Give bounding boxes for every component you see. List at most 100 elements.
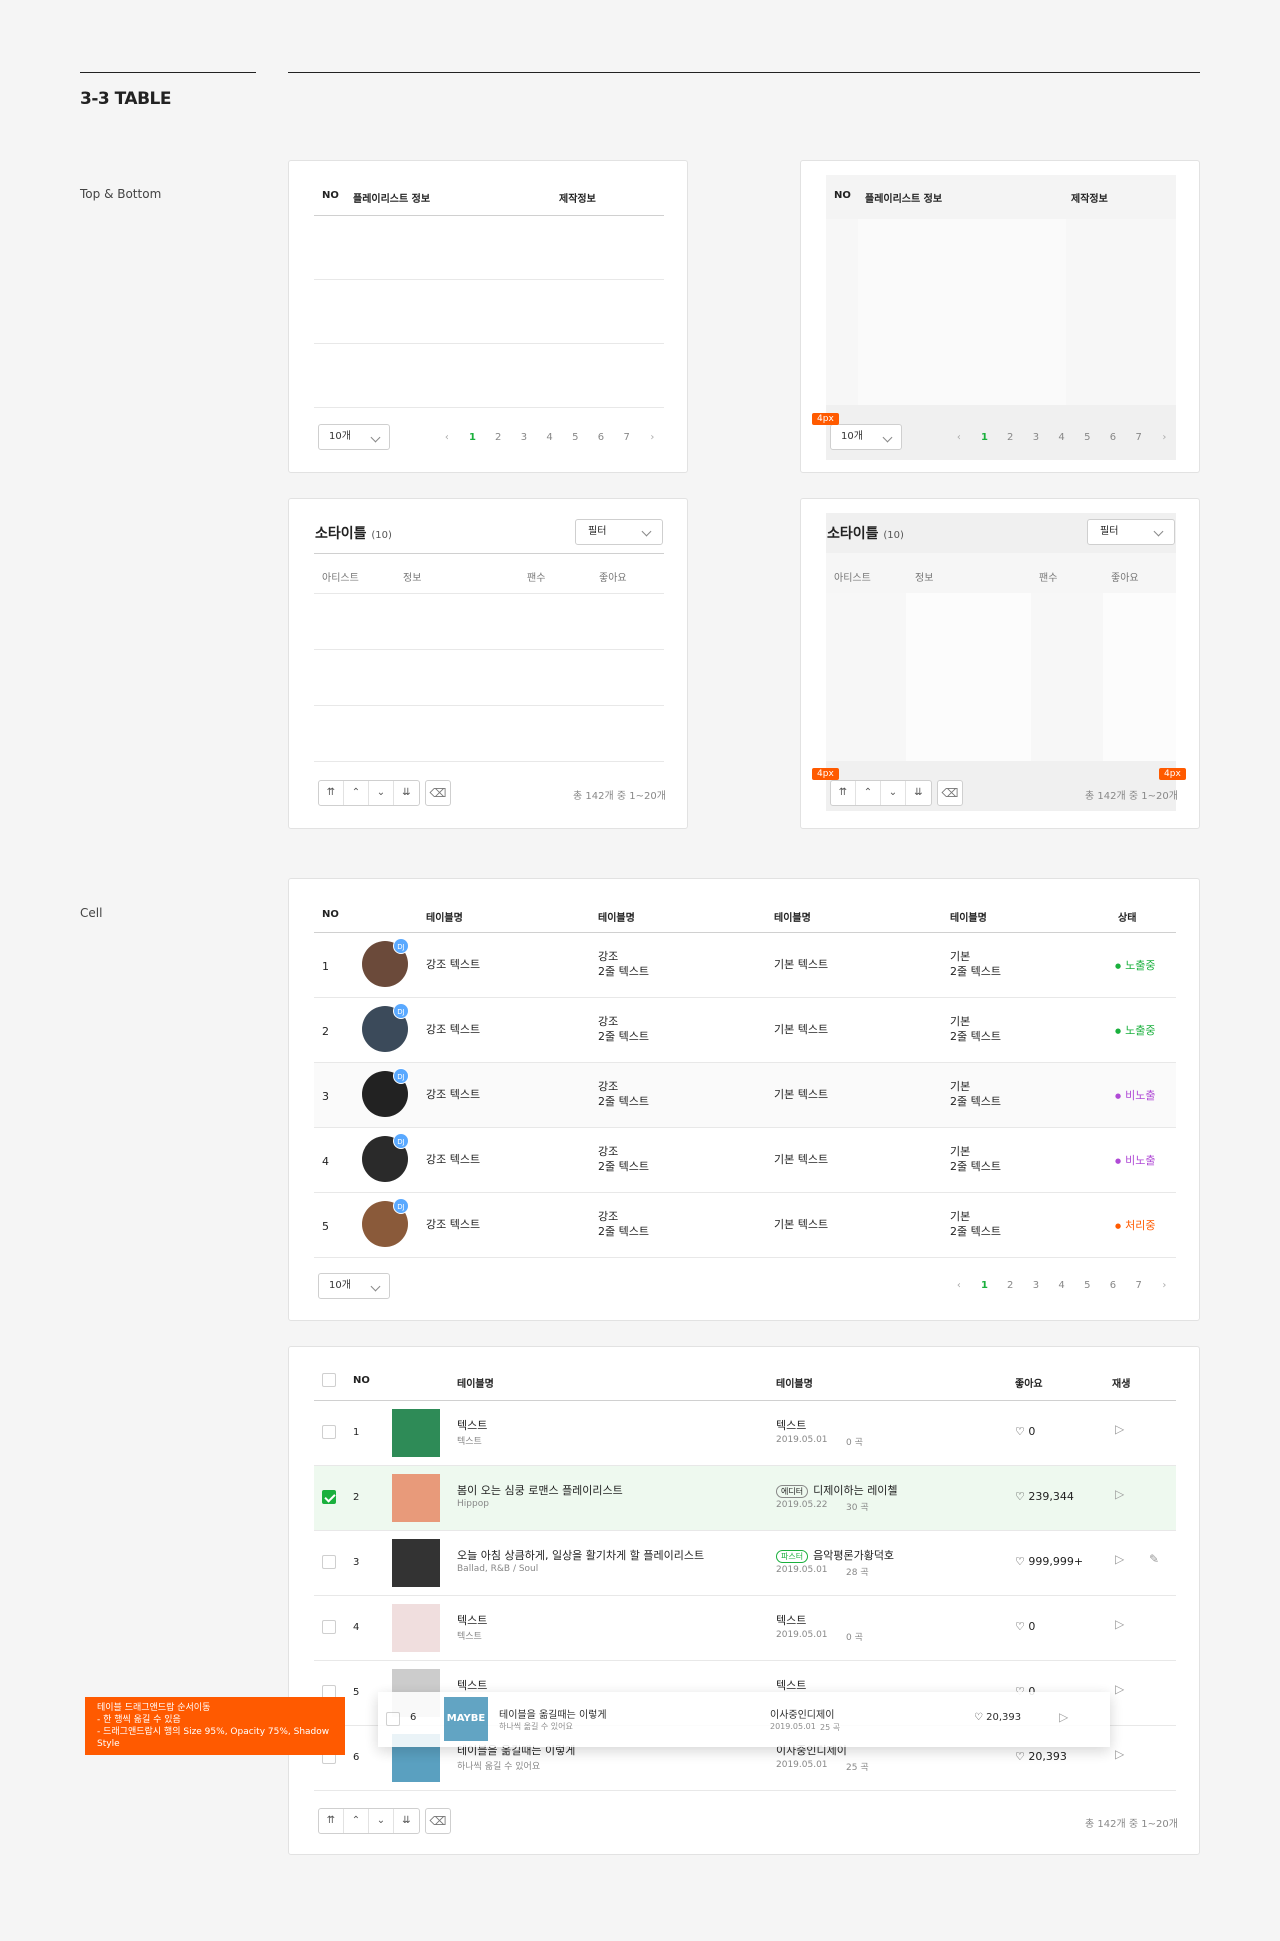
page-1[interactable]: 1 — [460, 431, 486, 445]
row-checkbox[interactable] — [322, 1555, 336, 1569]
page-6[interactable]: 6 — [1100, 431, 1126, 445]
playlist-thumbnail[interactable] — [392, 1409, 440, 1457]
row-likes: ♡ 999,999+ — [1015, 1555, 1084, 1568]
move-bottom-button[interactable]: ⇊ — [394, 1809, 419, 1833]
move-top-button[interactable]: ⇈ — [831, 781, 856, 805]
move-bottom-button[interactable]: ⇊ — [394, 781, 419, 805]
row-title[interactable]: 텍스트 — [457, 1677, 487, 1693]
row-checkbox[interactable] — [322, 1620, 336, 1634]
play-icon[interactable]: ▷ — [1115, 1617, 1124, 1631]
trash-icon[interactable]: ⌫ — [937, 780, 963, 806]
row-no: 3 — [353, 1557, 360, 1568]
pagination: ‹ 1 2 3 4 5 6 7 › — [434, 431, 665, 445]
next-page-button[interactable]: › — [1152, 431, 1178, 445]
row-maker[interactable]: 텍스트 — [776, 1417, 806, 1433]
next-page-button[interactable]: › — [1152, 1279, 1178, 1293]
page-4[interactable]: 4 — [1049, 1279, 1075, 1293]
play-icon[interactable]: ▷ — [1115, 1747, 1124, 1761]
playlist-thumbnail[interactable] — [392, 1474, 440, 1522]
trash-icon[interactable]: ⌫ — [425, 780, 451, 806]
prev-page-button[interactable]: ‹ — [434, 431, 460, 445]
heart-icon[interactable]: ♡ — [1015, 1620, 1025, 1633]
page-5[interactable]: 5 — [1074, 431, 1100, 445]
page-size-select[interactable]: 10개 — [318, 424, 390, 450]
play-icon[interactable]: ▷ — [1115, 1487, 1124, 1501]
row-checkbox[interactable] — [322, 1490, 336, 1504]
cell-emphasis-line1: 강조 — [598, 1080, 619, 1093]
page-5[interactable]: 5 — [562, 431, 588, 445]
move-up-button[interactable]: ⌃ — [344, 781, 369, 805]
playlist-thumbnail[interactable] — [392, 1604, 440, 1652]
page-3[interactable]: 3 — [511, 431, 537, 445]
move-down-button[interactable]: ⌄ — [369, 1809, 394, 1833]
heart-icon[interactable]: ♡ — [1015, 1750, 1025, 1763]
dragging-row[interactable]: 6 MAYBE 테이블을 옮길때는 이렇게 하나씩 옮길 수 있어요 이사중인디… — [378, 1692, 1110, 1747]
row-checkbox[interactable] — [322, 1425, 336, 1439]
row-title[interactable]: 오늘 아침 상큼하게, 일상을 활기차게 할 플레이리스트 — [457, 1547, 704, 1563]
page-size-select[interactable]: 10개 — [318, 1273, 390, 1299]
cell-emphasis-line1: 강조 — [598, 1015, 619, 1028]
page-4[interactable]: 4 — [537, 431, 563, 445]
page-6[interactable]: 6 — [1100, 1279, 1126, 1293]
move-up-button[interactable]: ⌃ — [344, 1809, 369, 1833]
filter-dropdown[interactable]: 필터 — [575, 519, 663, 545]
col-header-maker: 테이블명 — [776, 1379, 813, 1390]
page-7[interactable]: 7 — [614, 431, 640, 445]
dj-badge: DJ — [393, 1198, 409, 1214]
playlist-thumbnail[interactable] — [392, 1539, 440, 1587]
page-size-select[interactable]: 10개 — [830, 424, 902, 450]
row-title[interactable]: 텍스트 — [457, 1417, 487, 1433]
spacing-tag-left: 4px — [812, 768, 839, 780]
row-title[interactable]: 텍스트 — [457, 1612, 487, 1628]
page-7[interactable]: 7 — [1126, 431, 1152, 445]
row-checkbox[interactable] — [386, 1712, 400, 1726]
play-icon[interactable]: ▷ — [1115, 1552, 1124, 1566]
page-4[interactable]: 4 — [1049, 431, 1075, 445]
move-top-button[interactable]: ⇈ — [319, 781, 344, 805]
prev-page-button[interactable]: ‹ — [946, 1279, 972, 1293]
play-icon[interactable]: ▷ — [1115, 1422, 1124, 1436]
cell-basic-line2: 2줄 텍스트 — [950, 1160, 1001, 1173]
cell-basic-line2: 2줄 텍스트 — [950, 1095, 1001, 1108]
row-title[interactable]: 봄이 오는 심쿵 로맨스 플레이리스트 — [457, 1482, 623, 1498]
move-down-button[interactable]: ⌄ — [369, 781, 394, 805]
play-icon[interactable]: ▷ — [1115, 1682, 1124, 1696]
move-top-button[interactable]: ⇈ — [319, 1809, 344, 1833]
filter-dropdown[interactable]: 필터 — [1087, 519, 1175, 545]
heart-icon[interactable]: ♡ — [1015, 1425, 1025, 1438]
move-down-button[interactable]: ⌄ — [881, 781, 906, 805]
page-5[interactable]: 5 — [1074, 1279, 1100, 1293]
page-6[interactable]: 6 — [588, 431, 614, 445]
row-maker[interactable]: 텍스트 — [776, 1612, 806, 1628]
row-songs: 0 곡 — [846, 1438, 863, 1448]
row-maker[interactable]: 에디터 디제이하는 레이첼 — [776, 1482, 898, 1498]
cell-emphasis-line2: 2줄 텍스트 — [598, 965, 649, 978]
page-2[interactable]: 2 — [485, 431, 511, 445]
page-3[interactable]: 3 — [1023, 1279, 1049, 1293]
cell-basic-text: 기본 텍스트 — [774, 1088, 829, 1101]
page-3[interactable]: 3 — [1023, 431, 1049, 445]
trash-icon[interactable]: ⌫ — [425, 1808, 451, 1834]
heart-icon[interactable]: ♡ — [974, 1712, 983, 1723]
play-icon[interactable]: ▷ — [1059, 1710, 1068, 1724]
page-2[interactable]: 2 — [997, 431, 1023, 445]
dj-badge: DJ — [393, 938, 409, 954]
cell-emphasis-line2: 2줄 텍스트 — [598, 1225, 649, 1238]
row-no: 3 — [322, 1090, 329, 1103]
page-1[interactable]: 1 — [972, 431, 998, 445]
row-maker[interactable]: 텍스트 — [776, 1677, 806, 1693]
page-1[interactable]: 1 — [972, 1279, 998, 1293]
page-7[interactable]: 7 — [1126, 1279, 1152, 1293]
prev-page-button[interactable]: ‹ — [946, 431, 972, 445]
row-maker[interactable]: 파스터 음악평론가황덕호 — [776, 1547, 894, 1563]
next-page-button[interactable]: › — [640, 431, 666, 445]
edit-icon[interactable]: ✎ — [1149, 1552, 1159, 1566]
dj-badge: DJ — [393, 1003, 409, 1019]
move-up-button[interactable]: ⌃ — [856, 781, 881, 805]
status-badge: 노출중 — [1115, 957, 1155, 973]
heart-icon[interactable]: ♡ — [1015, 1490, 1025, 1503]
page-2[interactable]: 2 — [997, 1279, 1023, 1293]
heart-icon[interactable]: ♡ — [1015, 1555, 1025, 1568]
select-all-checkbox[interactable] — [322, 1373, 336, 1387]
move-bottom-button[interactable]: ⇊ — [906, 781, 931, 805]
